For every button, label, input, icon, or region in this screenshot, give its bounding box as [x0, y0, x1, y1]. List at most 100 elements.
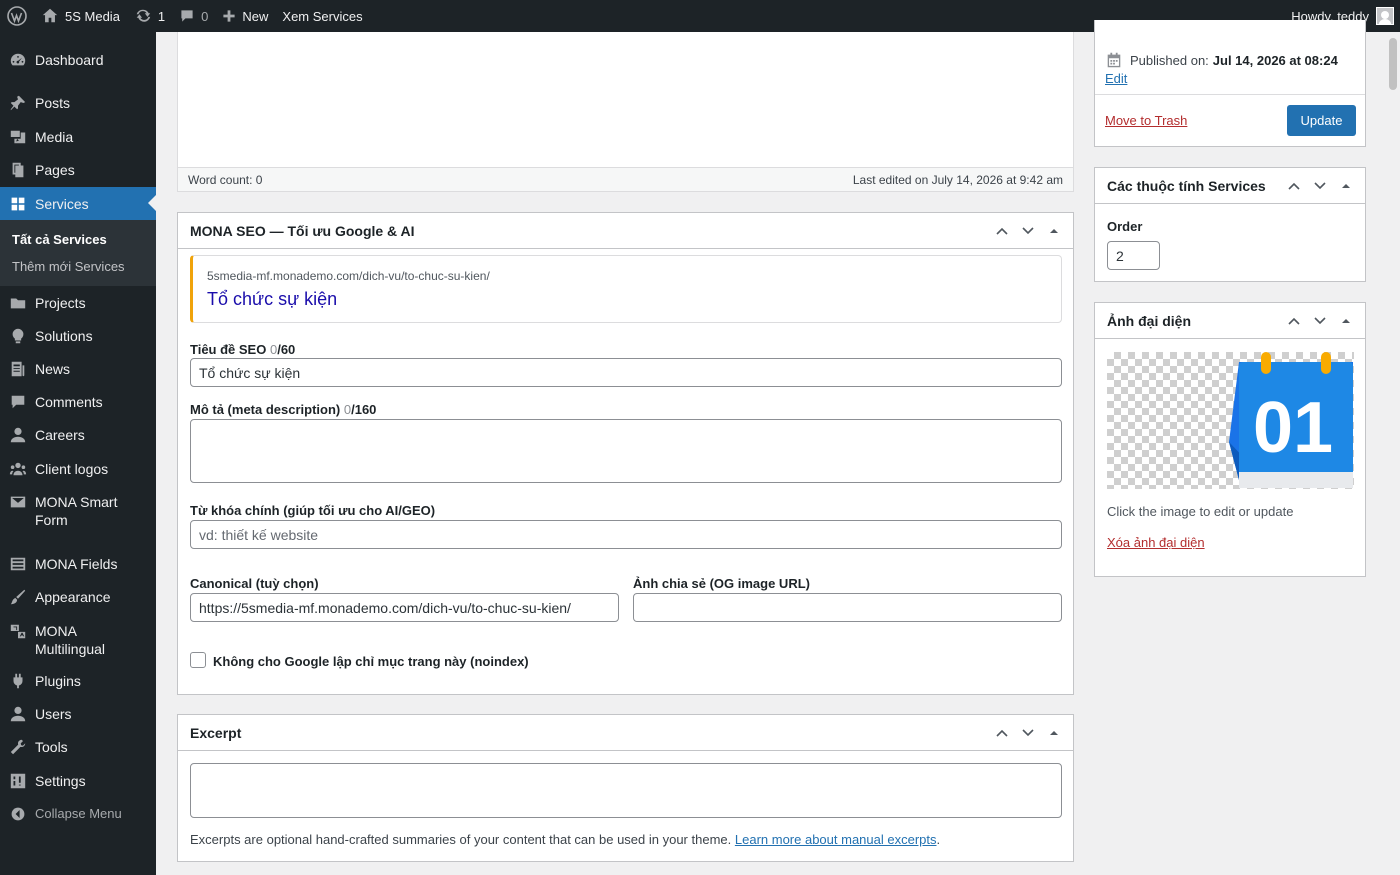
wordpress-logo-icon[interactable] — [0, 0, 34, 32]
sidebar-item-label: Tools — [35, 739, 68, 755]
sidebar-item-services[interactable]: Services — [0, 187, 156, 220]
comment-icon — [181, 10, 193, 22]
services-submenu: Tất cả Services Thêm mới Services — [0, 220, 156, 286]
excerpt-learn-more-link[interactable]: Learn more about manual excerpts — [735, 832, 937, 847]
featured-image-thumbnail[interactable]: 01 — [1107, 352, 1354, 489]
chevron-up-icon[interactable] — [1281, 314, 1307, 328]
sidebar-item-label: Users — [35, 706, 72, 722]
site-name-link[interactable]: 5S Media — [34, 0, 127, 32]
chevron-up-icon[interactable] — [989, 224, 1015, 238]
sidebar-item-settings[interactable]: Settings — [0, 772, 156, 790]
sidebar-item-media[interactable]: Media — [0, 128, 156, 146]
serp-preview: 5smedia-mf.monademo.com/dich-vu/to-chuc-… — [190, 255, 1062, 323]
list-icon — [9, 555, 27, 573]
serp-preview-url: 5smedia-mf.monademo.com/dich-vu/to-chuc-… — [207, 269, 490, 283]
mona-seo-box: MONA SEO — Tối ưu Google & AI 5smedia-mf… — [177, 212, 1074, 695]
chevron-down-icon[interactable] — [1307, 179, 1333, 193]
move-to-trash-link[interactable]: Move to Trash — [1105, 113, 1187, 128]
calendar-number: 01 — [1253, 388, 1333, 468]
focus-keyword-input[interactable]: vd: thiết kế website — [190, 520, 1062, 549]
sidebar-item-label: Services — [35, 195, 89, 212]
toggle-arrow-icon[interactable] — [1041, 728, 1067, 738]
sidebar-item-label: Appearance — [35, 589, 111, 605]
update-button[interactable]: Update — [1287, 105, 1356, 136]
publish-box: Published on: Jul 14, 2026 at 08:24 Edit… — [1094, 20, 1366, 147]
dashboard-icon — [9, 51, 27, 69]
sidebar-item-solutions[interactable]: Solutions — [0, 327, 156, 345]
order-input[interactable]: 2 — [1107, 241, 1160, 270]
serp-preview-title: Tổ chức sự kiện — [207, 289, 338, 309]
remove-featured-image-link[interactable]: Xóa ảnh đại diện — [1107, 535, 1205, 550]
services-attributes-header[interactable]: Các thuộc tính Services — [1095, 168, 1365, 204]
page-scrollbar[interactable] — [1386, 32, 1400, 875]
published-on-row: Published on: Jul 14, 2026 at 08:24 — [1105, 51, 1338, 69]
sidebar-item-mona-fields[interactable]: MONA Fields — [0, 555, 156, 573]
admin-sidebar: Dashboard Posts Media Pages Services Tất… — [0, 32, 156, 875]
meta-description-label-text: Mô tả (meta description) — [190, 402, 341, 417]
grid-icon — [9, 195, 27, 213]
toggle-arrow-icon[interactable] — [1333, 181, 1359, 191]
sidebar-item-projects[interactable]: Projects — [0, 294, 156, 312]
sidebar-item-label: Collapse Menu — [35, 806, 122, 821]
wrench-icon — [9, 738, 27, 756]
canonical-input[interactable]: https://5smedia-mf.monademo.com/dich-vu/… — [190, 593, 619, 622]
excerpt-help-text: Excerpts are optional hand-crafted summa… — [190, 832, 732, 847]
updates-link[interactable]: 1 — [127, 0, 172, 32]
sidebar-item-news[interactable]: News — [0, 360, 156, 378]
toggle-arrow-icon[interactable] — [1333, 316, 1359, 326]
sidebar-item-plugins[interactable]: Plugins — [0, 672, 156, 690]
chevron-up-icon[interactable] — [989, 726, 1015, 740]
sidebar-item-posts[interactable]: Posts — [0, 94, 156, 112]
excerpt-textarea[interactable] — [190, 763, 1062, 818]
sidebar-item-careers[interactable]: Careers — [0, 426, 156, 444]
sidebar-item-dashboard[interactable]: Dashboard — [0, 51, 156, 69]
noindex-checkbox[interactable] — [190, 652, 206, 668]
refresh-icon — [136, 9, 151, 22]
submenu-add-service[interactable]: Thêm mới Services — [12, 259, 125, 274]
chevron-down-icon[interactable] — [1015, 726, 1041, 740]
brush-icon — [9, 588, 27, 606]
seo-title-max: /60 — [277, 342, 296, 357]
sidebar-item-label: News — [35, 361, 71, 377]
chevron-up-icon[interactable] — [1281, 179, 1307, 193]
noindex-label[interactable]: Không cho Google lập chỉ mục trang này (… — [213, 654, 529, 669]
excerpt-help: Excerpts are optional hand-crafted summa… — [190, 832, 940, 847]
sidebar-item-label: Plugins — [35, 673, 81, 689]
content-editor[interactable]: Word count: 0 Last edited on July 14, 20… — [177, 32, 1074, 192]
mona-seo-header[interactable]: MONA SEO — Tối ưu Google & AI — [178, 213, 1073, 249]
edit-date-link[interactable]: Edit — [1105, 71, 1127, 86]
publish-actions-divider — [1095, 94, 1365, 95]
comment-icon — [9, 393, 27, 411]
sidebar-item-mona-multilingual[interactable]: MONA Multilingual — [0, 622, 140, 658]
comments-link[interactable]: 0 — [172, 0, 215, 32]
sidebar-item-comments[interactable]: Comments — [0, 393, 156, 411]
sidebar-item-tools[interactable]: Tools — [0, 738, 156, 756]
submenu-all-services[interactable]: Tất cả Services — [12, 232, 107, 247]
sidebar-item-client-logos[interactable]: Client logos — [0, 460, 156, 478]
chevron-down-icon[interactable] — [1307, 314, 1333, 328]
pin-icon — [9, 94, 27, 112]
featured-image-box: Ảnh đại diện 01 Click the image to edit … — [1094, 302, 1366, 577]
sidebar-item-label: Projects — [35, 295, 86, 311]
featured-image-header[interactable]: Ảnh đại diện — [1095, 303, 1365, 339]
sidebar-item-users[interactable]: Users — [0, 705, 156, 723]
sidebar-item-label: Client logos — [35, 461, 109, 477]
scrollbar-thumb[interactable] — [1389, 38, 1397, 90]
excerpt-header[interactable]: Excerpt — [178, 715, 1073, 751]
og-image-input[interactable] — [633, 593, 1062, 622]
chevron-down-icon[interactable] — [1015, 224, 1041, 238]
sidebar-item-appearance[interactable]: Appearance — [0, 588, 156, 606]
order-label: Order — [1107, 219, 1143, 234]
settings-icon — [9, 772, 27, 790]
avatar — [1376, 7, 1394, 25]
meta-description-textarea[interactable] — [190, 419, 1062, 483]
sidebar-item-pages[interactable]: Pages — [0, 161, 156, 179]
toggle-arrow-icon[interactable] — [1041, 226, 1067, 236]
seo-title-input[interactable]: Tổ chức sự kiện — [190, 358, 1062, 387]
sidebar-item-mona-smart-form[interactable]: MONA Smart Form — [0, 493, 140, 529]
folder-icon — [9, 294, 27, 312]
view-services-link[interactable]: Xem Services — [275, 0, 369, 32]
sidebar-item-label: MONA Fields — [35, 556, 118, 572]
collapse-menu-button[interactable]: Collapse Menu — [0, 805, 156, 823]
new-content-link[interactable]: New — [215, 0, 275, 32]
